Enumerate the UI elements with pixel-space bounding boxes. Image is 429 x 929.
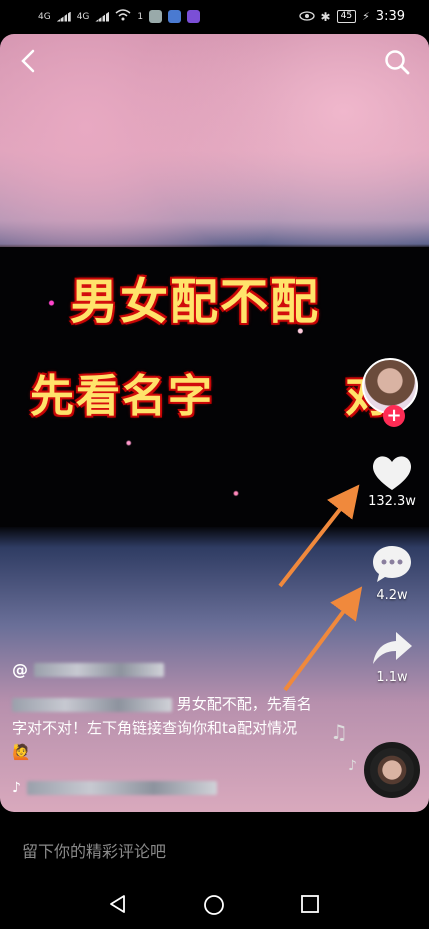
nav-home-icon: [204, 895, 224, 915]
author-at: @: [12, 660, 28, 679]
follow-button[interactable]: +: [383, 405, 405, 427]
status-bar: 4G 4G 1 ✱ 45 ⚡ 3:39: [0, 0, 429, 34]
search-button[interactable]: [383, 48, 411, 76]
video-headline-line2: 先看名字: [30, 371, 214, 422]
app-notification-icon-2: [168, 10, 182, 23]
share-icon: [373, 632, 412, 664]
clock: 3:39: [375, 9, 405, 24]
charging-icon: ⚡: [362, 10, 370, 23]
music-note-icon: ♪: [12, 780, 21, 796]
floating-note-icon: ♫: [330, 720, 348, 744]
music-ticker[interactable]: ♪: [12, 780, 217, 796]
nav-recents-icon: [301, 895, 319, 913]
nav-home-button[interactable]: [203, 894, 225, 920]
wifi-icon: [115, 9, 131, 24]
comment-input-placeholder: 留下你的精彩评论吧: [22, 842, 167, 861]
author-name-blurred: [34, 662, 164, 677]
bluetooth-icon: ✱: [320, 9, 331, 24]
floating-note-icon-2: ♪: [348, 758, 357, 774]
nav-recents-button[interactable]: [300, 894, 320, 918]
music-title-blurred: [26, 781, 217, 795]
app-notification-icon: [149, 10, 163, 23]
video-headline-line1: 男女配不配: [70, 274, 321, 330]
eye-icon: [298, 10, 315, 24]
music-disc[interactable]: [364, 742, 420, 798]
back-button[interactable]: [16, 48, 42, 74]
status-right: ✱ 45 ⚡ 3:39: [298, 9, 405, 24]
share-button[interactable]: 1.1w: [362, 628, 422, 685]
system-nav-bar: [0, 878, 429, 929]
like-button[interactable]: 132.3w: [362, 452, 422, 509]
comment-input-bar[interactable]: 留下你的精彩评论吧: [0, 818, 429, 878]
status-left: 4G 4G 1: [38, 9, 201, 24]
signal-bars-icon-2: [95, 11, 110, 22]
nav-back-icon: [110, 895, 125, 913]
comment-count: 4.2w: [376, 588, 408, 603]
signal-label-2: 4G: [76, 11, 90, 22]
post-description: 男女配不配，先看名字对不对！左下角链接查询你和ta配对情况🙋: [12, 692, 312, 764]
battery-indicator: 45: [336, 10, 357, 23]
comment-icon: [373, 546, 411, 582]
heart-icon: [372, 456, 412, 490]
back-icon: [21, 49, 35, 73]
search-icon: [385, 50, 410, 75]
signal-bars-icon: [56, 11, 71, 22]
notification-count: 1: [137, 11, 144, 22]
comment-button[interactable]: 4.2w: [362, 542, 422, 603]
share-count: 1.1w: [376, 670, 408, 685]
hashtag-blurred[interactable]: [12, 697, 172, 712]
like-count: 132.3w: [368, 494, 416, 509]
nav-back-button[interactable]: [108, 894, 128, 918]
signal-label-1: 4G: [38, 11, 51, 22]
author-handle[interactable]: @: [12, 660, 164, 679]
app-notification-icon-3: [187, 10, 201, 23]
